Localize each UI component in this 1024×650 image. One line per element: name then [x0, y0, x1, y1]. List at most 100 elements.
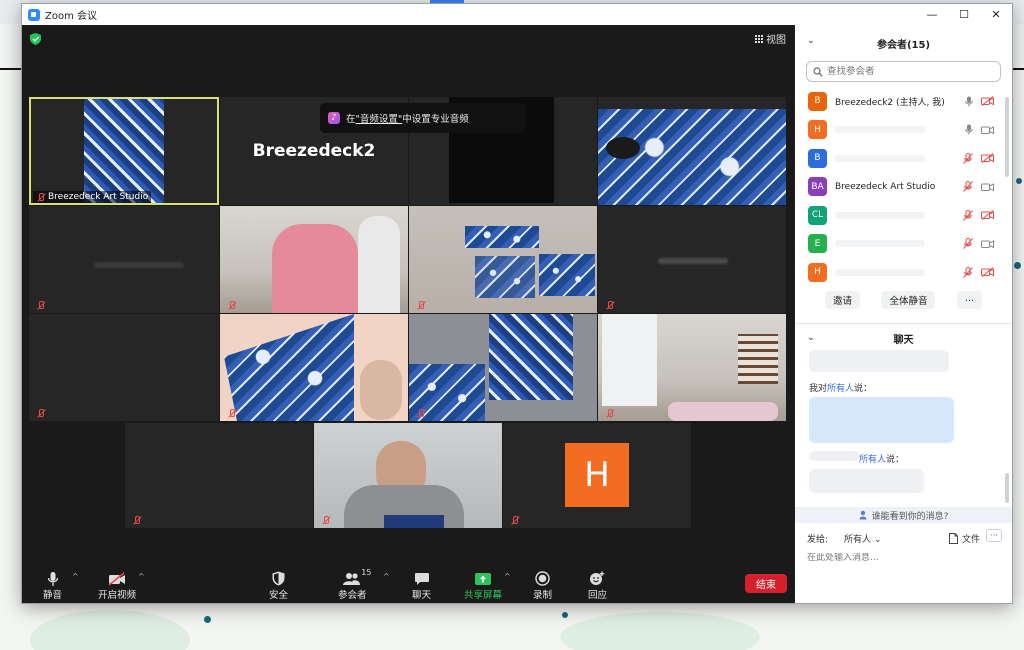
participant-row[interactable]: B Breezedeck2 (主持人, 我) [795, 87, 1012, 116]
chevron-down-icon: ⌄ [873, 535, 882, 545]
search-icon [813, 66, 823, 77]
video-tile[interactable] [598, 97, 786, 205]
video-tile[interactable] [220, 314, 408, 421]
recipient-link[interactable]: 所有人 [827, 384, 854, 394]
window-title: Zoom 会议 [45, 11, 98, 22]
audio-settings-link[interactable]: "音频设置" [356, 114, 403, 125]
video-tile[interactable] [409, 206, 597, 313]
fabric-shape [465, 226, 539, 248]
view-button[interactable]: 视图 [755, 31, 786, 46]
video-tile[interactable] [598, 206, 786, 313]
mute-button[interactable]: 静音 [43, 570, 62, 601]
close-button[interactable]: ✕ [980, 4, 1012, 25]
chat-message-header: 我对所有人说： [809, 384, 873, 394]
share-screen-button[interactable]: 共享屏幕 [464, 570, 502, 601]
chat-scrollbar[interactable] [1005, 473, 1009, 503]
participant-row[interactable]: H [795, 258, 1012, 287]
video-tile[interactable] [125, 423, 313, 528]
video-tile[interactable] [29, 206, 219, 313]
participant-status-icons [965, 124, 994, 135]
video-off-icon[interactable] [981, 210, 994, 221]
participant-row[interactable]: B [795, 144, 1012, 173]
participants-panel-title: 参会者(15) [876, 39, 931, 51]
participant-row[interactable]: CL [795, 201, 1012, 230]
muted-microphone-icon[interactable] [963, 238, 973, 250]
who-can-see-messages-link[interactable]: 谁能看到你的消息? [795, 507, 1012, 523]
mute-all-button[interactable]: 全体静音 [881, 290, 936, 309]
participant-row[interactable]: BA Breezedeck Art Studio [795, 173, 1012, 202]
recipient-link[interactable]: 所有人 [859, 455, 886, 465]
start-video-button[interactable]: 开启视频 [98, 570, 136, 601]
audio-options-chevron-icon[interactable]: ^ [72, 572, 79, 581]
microphone-icon[interactable] [965, 96, 973, 107]
meeting-toolbar: 静音 ^ 开启视频 ^ 安全 15 参会者 ^ 聊天 共享屏幕 ^ 录制 回应 … [22, 568, 794, 603]
muted-microphone-icon[interactable] [963, 181, 973, 193]
chat-more-button[interactable]: ··· [986, 529, 1002, 542]
security-button[interactable]: 安全 [269, 570, 288, 601]
participants-options-chevron-icon[interactable]: ^ [383, 572, 390, 581]
muted-microphone-icon[interactable] [963, 266, 973, 278]
reactions-button[interactable]: 回应 [588, 570, 607, 601]
participant-avatar: B [808, 91, 827, 111]
participant-row[interactable]: E [795, 230, 1012, 259]
muted-microphone-icon[interactable] [963, 209, 973, 221]
muted-mic-icon [227, 409, 236, 418]
window-titlebar[interactable]: Zoom 会议 — ☐ ✕ [22, 4, 1012, 25]
video-tile[interactable] [314, 423, 502, 528]
video-tile-breezedeck-art-studio[interactable]: Breezedeck Art Studio [29, 97, 219, 205]
video-icon[interactable] [981, 239, 994, 249]
muted-mic-icon [132, 516, 141, 525]
grid-view-icon [755, 34, 763, 43]
more-options-button[interactable]: ... [956, 290, 982, 309]
record-button[interactable]: 录制 [533, 570, 552, 601]
add-reaction-icon [589, 570, 606, 587]
video-options-chevron-icon[interactable]: ^ [138, 572, 145, 581]
zoom-logo-icon [28, 8, 40, 21]
tile-name-label [224, 300, 239, 311]
audio-settings-notification[interactable]: ♪ 在"音频设置"中设置专业音频 [320, 103, 526, 133]
participant-name-redacted [835, 240, 925, 248]
participant-name-redacted [835, 126, 925, 134]
tile-name-label [33, 300, 48, 311]
invite-button[interactable]: 邀请 [825, 290, 861, 309]
video-off-icon[interactable] [981, 267, 994, 278]
fabric-shape [539, 254, 595, 296]
participant-search-input[interactable] [827, 66, 987, 77]
participants-button[interactable]: 15 参会者 [338, 568, 371, 601]
collapse-chat-chevron-icon[interactable]: ⌄ [807, 333, 815, 343]
video-tile[interactable] [598, 314, 786, 421]
security-shield-icon [272, 570, 285, 587]
who-sees-text: 谁能看到你的消息? [871, 511, 949, 522]
video-off-icon [108, 570, 126, 587]
collapse-participants-chevron-icon[interactable]: ⌄ [807, 36, 815, 46]
blurred-name [658, 258, 728, 264]
video-tile[interactable] [409, 314, 597, 421]
video-off-icon[interactable] [981, 153, 994, 164]
participant-row[interactable]: H [795, 116, 1012, 145]
tile-name-label [602, 300, 617, 311]
end-meeting-button[interactable]: 结束 [745, 574, 787, 593]
maximize-button[interactable]: ☐ [948, 4, 980, 25]
video-icon[interactable] [981, 125, 994, 135]
video-tile[interactable] [220, 206, 408, 313]
minimize-button[interactable]: — [916, 4, 948, 25]
muted-microphone-icon[interactable] [963, 152, 973, 164]
side-panel: ⌄ 参会者(15) B Breezedeck2 (主持人, 我) H [795, 25, 1012, 603]
encryption-shield-icon[interactable] [30, 33, 41, 45]
file-button[interactable]: 文件 [948, 532, 980, 545]
video-icon[interactable] [981, 182, 994, 192]
chat-message-input[interactable] [807, 553, 997, 563]
recipient-dropdown[interactable]: 所有人 ⌄ [840, 531, 885, 546]
video-tile[interactable]: H [503, 423, 691, 528]
participant-display-name: Breezedeck2 [252, 141, 376, 161]
share-options-chevron-icon[interactable]: ^ [504, 572, 511, 581]
video-off-icon[interactable] [981, 96, 994, 107]
video-tile[interactable] [29, 314, 219, 421]
microphone-icon[interactable] [965, 124, 973, 135]
participant-status-icons [963, 266, 994, 278]
participants-scrollbar[interactable] [1005, 97, 1009, 177]
participant-name: Breezedeck Art Studio [835, 181, 936, 192]
participant-search-box[interactable] [806, 61, 1001, 82]
participant-name-redacted [835, 154, 925, 162]
chat-button[interactable]: 聊天 [412, 570, 431, 601]
